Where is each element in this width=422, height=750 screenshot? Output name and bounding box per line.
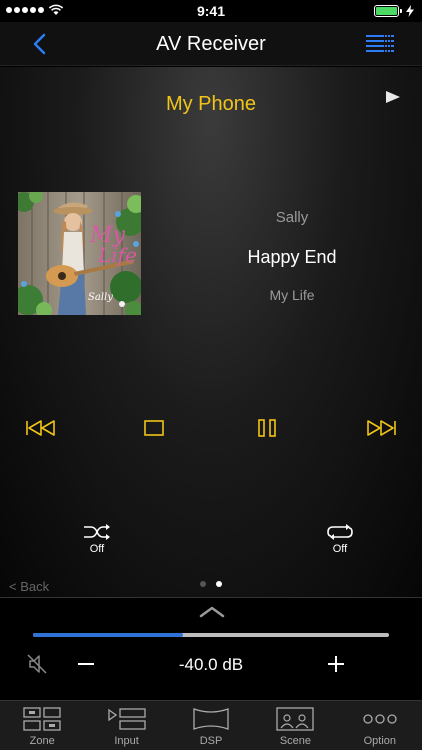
navigation-bar: AV Receiver bbox=[0, 22, 422, 66]
page-indicator bbox=[0, 581, 422, 587]
charging-bolt-icon bbox=[406, 5, 414, 17]
option-icon bbox=[363, 714, 397, 724]
dsp-icon bbox=[193, 708, 229, 730]
tab-dsp-label: DSP bbox=[199, 735, 223, 747]
volume-slider[interactable] bbox=[33, 633, 389, 637]
album-art-artist: Sally bbox=[88, 292, 113, 303]
skip-next-icon[interactable] bbox=[364, 417, 398, 439]
status-time: 9:41 bbox=[196, 3, 226, 19]
zone-icon bbox=[23, 707, 61, 731]
volume-panel: -40.0 dB bbox=[0, 597, 422, 700]
tab-zone-label: Zone bbox=[29, 735, 55, 747]
list-menu-icon[interactable] bbox=[366, 34, 394, 54]
play-indicator-icon[interactable] bbox=[386, 91, 400, 103]
album-art-title-line2: Life bbox=[97, 243, 137, 267]
tab-scene-label: Scene bbox=[279, 735, 312, 747]
shuffle-button[interactable]: Off bbox=[77, 522, 117, 562]
mute-icon[interactable] bbox=[26, 653, 48, 675]
battery-icon bbox=[374, 5, 402, 17]
volume-slider-fill bbox=[33, 633, 183, 637]
volume-up-icon[interactable] bbox=[326, 654, 346, 674]
pause-icon[interactable] bbox=[250, 417, 284, 439]
status-bar: 9:41 bbox=[0, 0, 422, 22]
input-icon bbox=[107, 708, 146, 730]
shuffle-icon bbox=[84, 524, 110, 540]
track-artist: Sally bbox=[275, 209, 309, 226]
page-dot-active[interactable] bbox=[216, 581, 222, 587]
album-art: My Life Sally bbox=[18, 192, 141, 315]
track-album: My Life bbox=[269, 287, 315, 303]
tab-bar: Zone Input DSP Scene Option bbox=[0, 700, 422, 750]
tab-scene[interactable]: Scene bbox=[253, 701, 337, 750]
tab-input[interactable]: Input bbox=[84, 701, 168, 750]
repeat-button[interactable]: Off bbox=[320, 522, 360, 562]
repeat-icon bbox=[327, 524, 353, 540]
skip-previous-icon[interactable] bbox=[24, 417, 58, 439]
page-dot[interactable] bbox=[200, 581, 206, 587]
expand-chevron-icon[interactable] bbox=[199, 606, 225, 618]
scene-icon bbox=[276, 707, 315, 731]
status-right bbox=[374, 5, 414, 17]
tab-option-label: Option bbox=[363, 735, 397, 747]
tab-input-label: Input bbox=[114, 735, 139, 747]
tab-dsp[interactable]: DSP bbox=[169, 701, 253, 750]
tab-zone[interactable]: Zone bbox=[0, 701, 84, 750]
volume-value: -40.0 dB bbox=[178, 655, 244, 674]
page-title: AV Receiver bbox=[156, 33, 266, 55]
track-title: Happy End bbox=[247, 247, 337, 267]
tab-option[interactable]: Option bbox=[338, 701, 422, 750]
volume-down-icon[interactable] bbox=[76, 654, 96, 674]
shuffle-status: Off bbox=[89, 543, 105, 555]
stop-icon[interactable] bbox=[137, 417, 171, 439]
repeat-status: Off bbox=[332, 543, 348, 555]
now-playing-panel: My Phone My Life Sally Sally Happy End M… bbox=[0, 67, 422, 597]
source-title: My Phone bbox=[165, 93, 257, 115]
